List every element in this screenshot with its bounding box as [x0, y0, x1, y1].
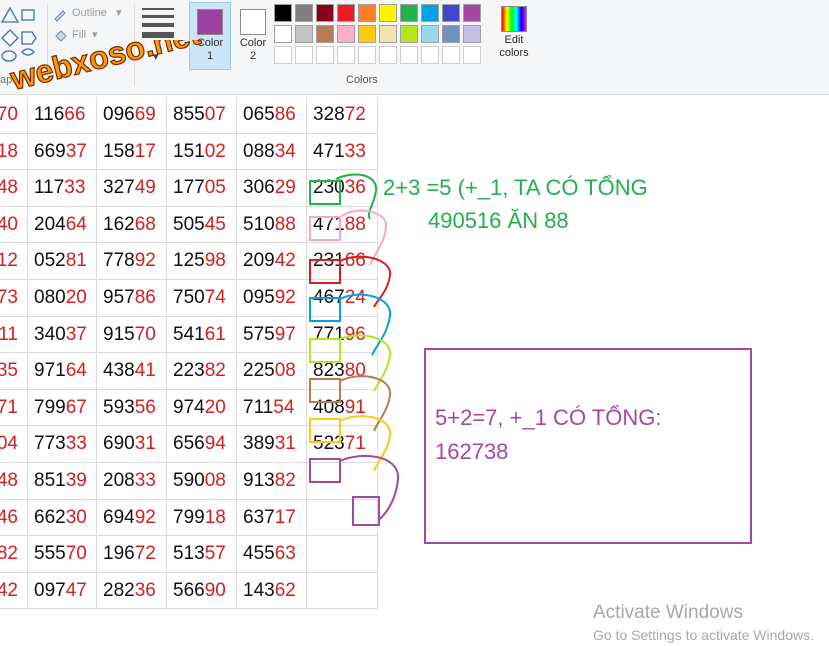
color2-swatch	[240, 9, 266, 35]
purple-note-line2: 162738	[435, 439, 509, 464]
yellow-connector	[339, 415, 392, 472]
palette-empty-swatch[interactable]	[442, 46, 460, 64]
palette-color-swatch[interactable]	[442, 25, 460, 43]
edit-colors-button[interactable]: Edit colors	[494, 2, 534, 68]
color2-label: Color 2	[239, 37, 267, 62]
svg-text:webxoso.net: webxoso.net	[8, 40, 204, 97]
activate-windows-subtitle: Go to Settings to activate Windows.	[593, 627, 814, 643]
lime-highlight-box	[309, 338, 341, 363]
color1-swatch	[197, 9, 223, 35]
palette-empty-swatch[interactable]	[337, 46, 355, 64]
palette-color-swatch[interactable]	[421, 4, 439, 22]
palette-empty-swatch[interactable]	[400, 46, 418, 64]
purple-connector	[339, 454, 400, 520]
palette-color-swatch[interactable]	[379, 4, 397, 22]
palette-color-swatch[interactable]	[316, 4, 334, 22]
yellow-highlight-box	[309, 418, 341, 443]
palette-empty-swatch[interactable]	[295, 46, 313, 64]
rainbow-icon	[501, 6, 527, 32]
palette-color-swatch[interactable]	[274, 25, 292, 43]
outline-label: Outline	[72, 7, 107, 19]
red-connector	[339, 255, 392, 308]
outline-dropdown-icon: ▾	[116, 7, 122, 19]
purple-note-line1: 5+2=7, +_1 CÓ TỔNG:	[435, 405, 662, 430]
palette-color-swatch[interactable]	[400, 4, 418, 22]
palette-empty-swatch[interactable]	[379, 46, 397, 64]
palette-empty-swatch[interactable]	[358, 46, 376, 64]
palette-color-swatch[interactable]	[421, 25, 439, 43]
palette-color-swatch[interactable]	[295, 4, 313, 22]
blue-highlight-box	[309, 297, 341, 322]
palette-color-swatch[interactable]	[337, 4, 355, 22]
palette-color-swatch[interactable]	[379, 25, 397, 43]
pink-highlight-box	[309, 216, 341, 241]
palette-empty-swatch[interactable]	[316, 46, 334, 64]
color2-button[interactable]: Color 2	[232, 2, 274, 70]
palette-color-swatch[interactable]	[400, 25, 418, 43]
palette-color-swatch[interactable]	[463, 4, 481, 22]
palette-empty-swatch[interactable]	[274, 46, 292, 64]
lime-connector	[339, 334, 392, 392]
outline-pencil-icon	[54, 10, 66, 22]
palette-empty-swatch[interactable]	[421, 46, 439, 64]
webxoso-logo: webxoso.net	[8, 40, 205, 98]
green-highlight-box	[309, 180, 341, 205]
color-palette	[274, 4, 492, 68]
palette-color-swatch[interactable]	[337, 25, 355, 43]
palette-color-swatch[interactable]	[316, 25, 334, 43]
purple-highlight-box	[309, 458, 341, 483]
brown-highlight-box	[309, 378, 341, 403]
purple-target-box	[352, 496, 380, 526]
colors-group-label: Colors	[346, 74, 378, 86]
activate-windows-title: Activate Windows	[593, 602, 743, 623]
red-highlight-box	[309, 259, 341, 284]
brown-connector	[339, 375, 392, 432]
palette-color-swatch[interactable]	[274, 4, 292, 22]
green-note-line2: 490516 ĂN 88	[428, 208, 569, 233]
paint-canvas[interactable]: 7011666096698550706586328721866937158171…	[0, 95, 829, 646]
palette-empty-swatch[interactable]	[463, 46, 481, 64]
palette-color-swatch[interactable]	[358, 25, 376, 43]
blue-connector	[339, 293, 392, 356]
palette-color-swatch[interactable]	[442, 4, 460, 22]
green-note-line1: 2+3 =5 (+_1, TA CÓ TỔNG	[383, 175, 648, 200]
palette-color-swatch[interactable]	[358, 4, 376, 22]
edit-colors-label: Edit colors	[499, 34, 529, 59]
palette-color-swatch[interactable]	[295, 25, 313, 43]
palette-color-swatch[interactable]	[463, 25, 481, 43]
